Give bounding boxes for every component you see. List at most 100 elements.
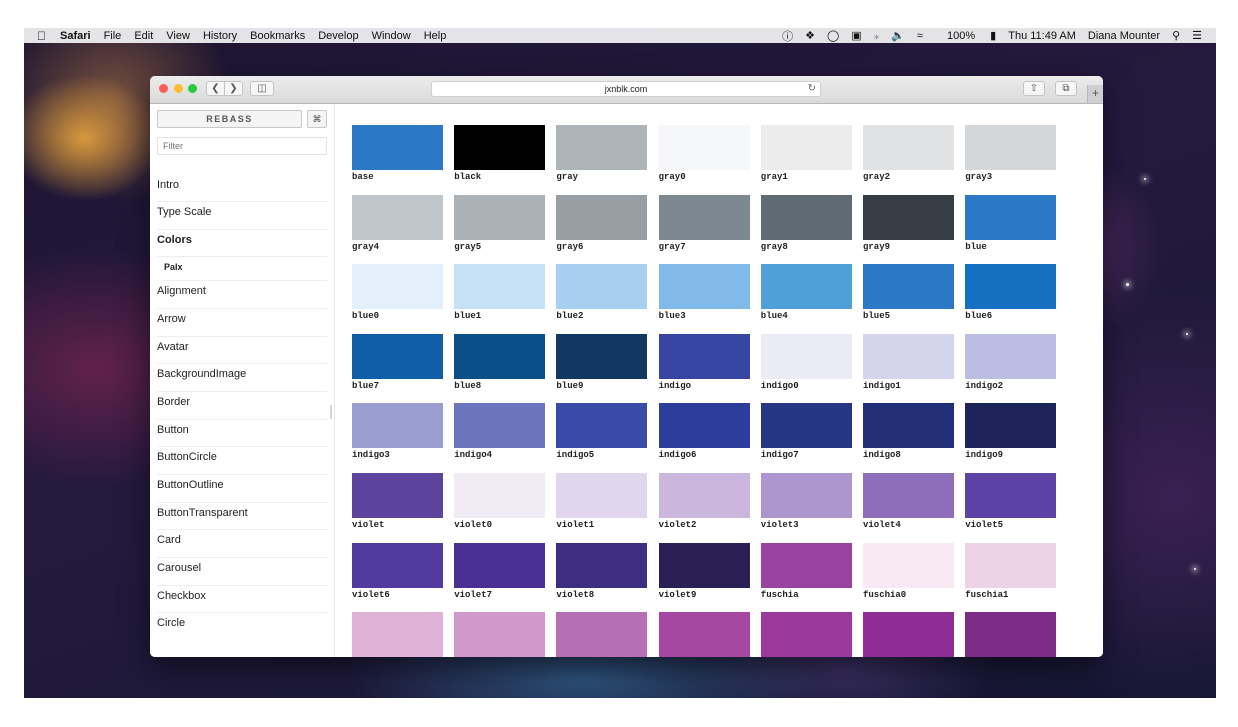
menu-bookmarks[interactable]: Bookmarks xyxy=(250,30,305,42)
rebass-logo-button[interactable]: REBASS xyxy=(157,110,302,128)
color-swatch[interactable]: indigo5 xyxy=(556,403,648,460)
airplay-icon[interactable]: ▣ xyxy=(851,29,861,42)
app-menu-safari[interactable]: Safari xyxy=(60,30,91,42)
color-swatch[interactable] xyxy=(658,612,750,657)
color-swatch[interactable]: indigo8 xyxy=(863,403,954,460)
color-swatch[interactable]: blue7 xyxy=(352,333,443,391)
menu-history[interactable]: History xyxy=(203,30,237,42)
filter-input[interactable] xyxy=(157,137,327,155)
color-swatch[interactable] xyxy=(454,612,546,657)
color-swatch[interactable]: blue5 xyxy=(863,264,954,321)
color-swatch[interactable]: blue2 xyxy=(556,264,648,321)
color-swatch[interactable]: fuschia1 xyxy=(965,542,1057,600)
color-swatch[interactable]: blue3 xyxy=(658,264,750,321)
sidebar-resize-handle[interactable] xyxy=(330,405,332,419)
sidebar-item-intro[interactable]: Intro xyxy=(157,175,327,202)
menu-help[interactable]: Help xyxy=(424,30,447,42)
sidebar-item-buttonoutline[interactable]: ButtonOutline xyxy=(157,475,327,503)
apple-menu-icon[interactable]:  xyxy=(37,29,46,43)
notification-center-icon[interactable]: ☰ xyxy=(1192,29,1202,42)
color-swatch[interactable]: violet3 xyxy=(760,473,852,530)
color-swatch[interactable]: gray0 xyxy=(658,125,750,182)
reload-icon[interactable]: ↻ xyxy=(808,82,816,96)
sidebar-item-buttoncircle[interactable]: ButtonCircle xyxy=(157,447,327,475)
clock[interactable]: Thu 11:49 AM xyxy=(1008,30,1076,42)
color-swatch[interactable]: blue0 xyxy=(352,264,443,321)
color-swatch[interactable] xyxy=(352,612,443,657)
color-swatch[interactable]: gray1 xyxy=(760,125,852,182)
color-swatch[interactable]: violet1 xyxy=(556,473,648,530)
color-swatch[interactable]: blue1 xyxy=(454,264,546,321)
color-swatch[interactable]: violet0 xyxy=(454,473,546,530)
volume-icon[interactable]: 🔈 xyxy=(891,29,905,42)
color-swatch[interactable]: gray4 xyxy=(352,194,443,252)
dropbox-icon[interactable]: ❖ xyxy=(805,29,815,42)
sidebar-toggle-button[interactable]: ◫ xyxy=(250,81,274,96)
sidebar-item-circle[interactable]: Circle xyxy=(157,613,327,641)
color-swatch[interactable]: indigo9 xyxy=(965,403,1057,460)
sidebar-item-carousel[interactable]: Carousel xyxy=(157,558,327,586)
color-swatch[interactable]: indigo0 xyxy=(760,333,852,391)
onepassword-icon[interactable]: ⓘ xyxy=(782,28,793,44)
color-swatch[interactable] xyxy=(965,612,1057,657)
color-swatch[interactable]: indigo3 xyxy=(352,403,443,460)
color-swatch[interactable]: indigo1 xyxy=(863,333,954,391)
color-swatch[interactable]: indigo4 xyxy=(454,403,546,460)
color-swatch[interactable]: violet6 xyxy=(352,542,443,600)
spotlight-search-icon[interactable]: ⚲ xyxy=(1172,29,1180,42)
color-swatch[interactable]: violet5 xyxy=(965,473,1057,530)
color-swatch[interactable] xyxy=(863,612,954,657)
color-swatch[interactable]: fuschia0 xyxy=(863,542,954,600)
chat-icon[interactable]: ◯ xyxy=(827,29,839,42)
color-swatch[interactable]: gray3 xyxy=(965,125,1057,182)
color-swatch[interactable]: blue xyxy=(965,194,1057,252)
color-swatch[interactable]: gray8 xyxy=(760,194,852,252)
color-swatch[interactable]: gray9 xyxy=(863,194,954,252)
address-bar[interactable]: jxnblk.com ↻ xyxy=(431,81,821,97)
user-name[interactable]: Diana Mounter xyxy=(1088,30,1160,42)
color-swatch[interactable]: gray7 xyxy=(658,194,750,252)
zoom-window-button[interactable] xyxy=(188,84,197,93)
color-swatch[interactable]: blue8 xyxy=(454,333,546,391)
color-swatch[interactable]: violet8 xyxy=(556,542,648,600)
menu-edit[interactable]: Edit xyxy=(134,30,153,42)
color-swatch[interactable]: indigo7 xyxy=(760,403,852,460)
sidebar-item-card[interactable]: Card xyxy=(157,530,327,558)
wifi-icon[interactable]: ≈ xyxy=(917,30,923,42)
color-swatch[interactable] xyxy=(556,612,648,657)
menu-window[interactable]: Window xyxy=(372,30,411,42)
color-swatch[interactable]: blue6 xyxy=(965,264,1057,321)
color-swatch[interactable]: gray6 xyxy=(556,194,648,252)
new-tab-button[interactable]: + xyxy=(1087,85,1103,103)
color-swatch[interactable]: black xyxy=(454,125,546,182)
color-swatch[interactable]: base xyxy=(352,125,443,182)
sidebar-item-backgroundimage[interactable]: BackgroundImage xyxy=(157,364,327,392)
color-swatch[interactable]: indigo6 xyxy=(658,403,750,460)
sidebar-item-alignment[interactable]: Alignment xyxy=(157,281,327,309)
sidebar-item-button[interactable]: Button xyxy=(157,420,327,447)
color-swatch[interactable]: gray5 xyxy=(454,194,546,252)
sidebar-item-colors[interactable]: Colors xyxy=(157,230,327,257)
back-button[interactable]: ❮ xyxy=(206,81,225,96)
sidebar-item-avatar[interactable]: Avatar xyxy=(157,337,327,364)
color-swatch[interactable]: blue9 xyxy=(556,333,648,391)
sidebar-item-type-scale[interactable]: Type Scale xyxy=(157,202,327,230)
menu-view[interactable]: View xyxy=(166,30,190,42)
sidebar-item-palx[interactable]: Palx xyxy=(164,257,327,281)
color-swatch[interactable]: gray2 xyxy=(863,125,954,182)
color-swatch[interactable]: indigo2 xyxy=(965,333,1057,391)
color-swatch[interactable]: fuschia xyxy=(760,542,852,600)
sidebar-item-buttontransparent[interactable]: ButtonTransparent xyxy=(157,503,327,530)
share-button[interactable]: ⇧ xyxy=(1023,81,1045,96)
battery-percent[interactable]: 100% ▮ xyxy=(935,29,996,42)
menu-file[interactable]: File xyxy=(104,30,122,42)
sidebar-item-arrow[interactable]: Arrow xyxy=(157,309,327,337)
forward-button[interactable]: ❯ xyxy=(224,81,243,96)
command-button[interactable]: ⌘ xyxy=(307,110,327,128)
color-swatch[interactable]: violet xyxy=(352,473,443,530)
color-swatch[interactable]: violet2 xyxy=(658,473,750,530)
close-window-button[interactable] xyxy=(159,84,168,93)
color-swatch[interactable] xyxy=(760,612,852,657)
color-swatch[interactable]: blue4 xyxy=(760,264,852,321)
menu-develop[interactable]: Develop xyxy=(318,30,358,42)
